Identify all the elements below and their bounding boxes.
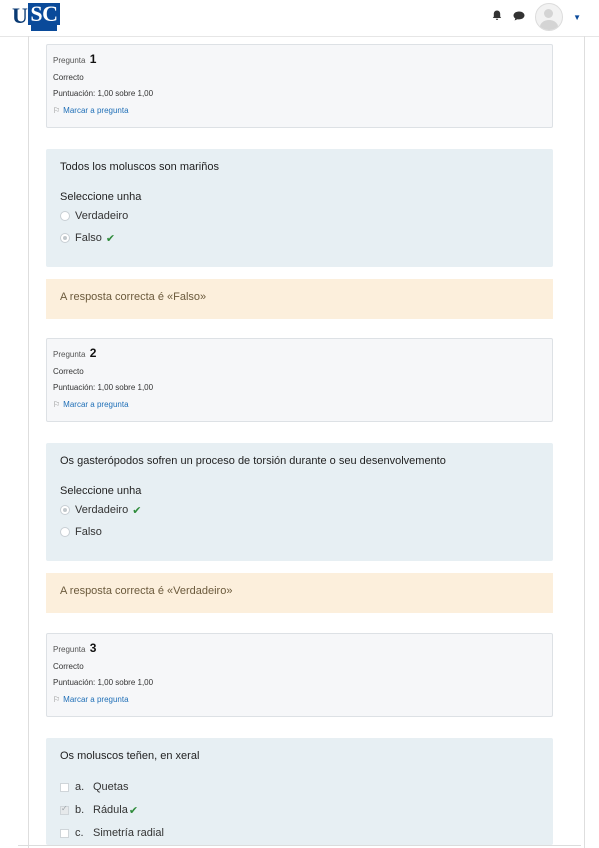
question-1-content: Todos los moluscos son mariños Seleccion… <box>46 149 553 267</box>
logo-letters-sc: SC <box>28 1 60 26</box>
select-label: Seleccione unha <box>60 485 142 497</box>
correct-check-icon: ✔ <box>105 232 116 245</box>
option-verdadeiro[interactable]: Verdadeiro <box>60 209 553 223</box>
question-number: Pregunta 3 <box>53 641 97 655</box>
checkbox[interactable] <box>60 828 69 838</box>
chevron-down-icon[interactable]: ▼ <box>573 13 581 22</box>
checkbox[interactable] <box>60 782 69 792</box>
radio-button-selected[interactable] <box>60 233 70 243</box>
usc-logo[interactable]: U SC <box>12 1 60 31</box>
flag-question-link[interactable]: ⚐ Marcar a pregunta <box>53 400 552 409</box>
option-b[interactable]: b. Rádula ✔ <box>60 803 553 817</box>
correct-check-icon: ✔ <box>132 504 142 517</box>
option-a[interactable]: a. Quetas <box>60 780 553 794</box>
option-c[interactable]: c. Simetría radial <box>60 826 553 840</box>
nav-icons: ▼ <box>491 3 581 31</box>
option-falso[interactable]: Falso <box>60 525 553 539</box>
logo-letter-u: U <box>12 3 28 28</box>
question-status: Correcto <box>53 73 84 82</box>
question-number: Pregunta 2 <box>53 346 97 360</box>
question-text: Todos los moluscos son mariños <box>60 161 219 173</box>
checkbox-checked[interactable] <box>60 804 69 815</box>
radio-button-selected[interactable] <box>60 505 70 515</box>
bell-icon[interactable] <box>491 10 503 24</box>
question-2-feedback: A resposta correcta é «Verdadeiro» <box>46 573 553 613</box>
question-3-content: Os moluscos teñen, en xeral a. Quetas b.… <box>46 738 553 845</box>
option-falso[interactable]: Falso ✔ <box>60 231 553 245</box>
flag-icon: ⚐ <box>53 400 61 409</box>
flag-question-link[interactable]: ⚐ Marcar a pregunta <box>53 106 552 115</box>
question-status: Correcto <box>53 367 84 376</box>
question-2-info: Pregunta 2 Correcto Puntuación: 1,00 sob… <box>46 338 553 422</box>
question-1-info: Pregunta 1 Correcto Puntuación: 1,00 sob… <box>46 44 553 128</box>
question-3-info: Pregunta 3 Correcto Puntuación: 1,00 sob… <box>46 633 553 717</box>
question-1-feedback: A resposta correcta é «Falso» <box>46 279 553 319</box>
flag-icon: ⚐ <box>53 106 61 115</box>
question-score: Puntuación: 1,00 sobre 1,00 <box>53 678 154 687</box>
top-navbar: U SC ▼ <box>0 0 599 37</box>
option-verdadeiro[interactable]: Verdadeiro ✔ <box>60 503 553 517</box>
chat-icon[interactable] <box>513 11 525 24</box>
question-text: Os gasterópodos sofren un proceso de tor… <box>60 455 446 467</box>
question-text: Os moluscos teñen, en xeral <box>60 750 200 762</box>
user-avatar[interactable] <box>535 3 564 31</box>
question-number: Pregunta 1 <box>53 52 97 66</box>
flag-icon: ⚐ <box>53 695 61 704</box>
radio-button[interactable] <box>60 211 70 221</box>
radio-button[interactable] <box>60 527 70 537</box>
flag-question-link[interactable]: ⚐ Marcar a pregunta <box>53 695 552 704</box>
logo-underline <box>31 25 57 31</box>
correct-check-icon: ✔ <box>128 804 139 817</box>
bottom-divider <box>18 845 581 846</box>
question-score: Puntuación: 1,00 sobre 1,00 <box>53 383 154 392</box>
select-label: Seleccione unha <box>60 191 142 203</box>
question-score: Puntuación: 1,00 sobre 1,00 <box>53 89 154 98</box>
question-status: Correcto <box>53 662 84 671</box>
question-2-content: Os gasterópodos sofren un proceso de tor… <box>46 443 553 561</box>
